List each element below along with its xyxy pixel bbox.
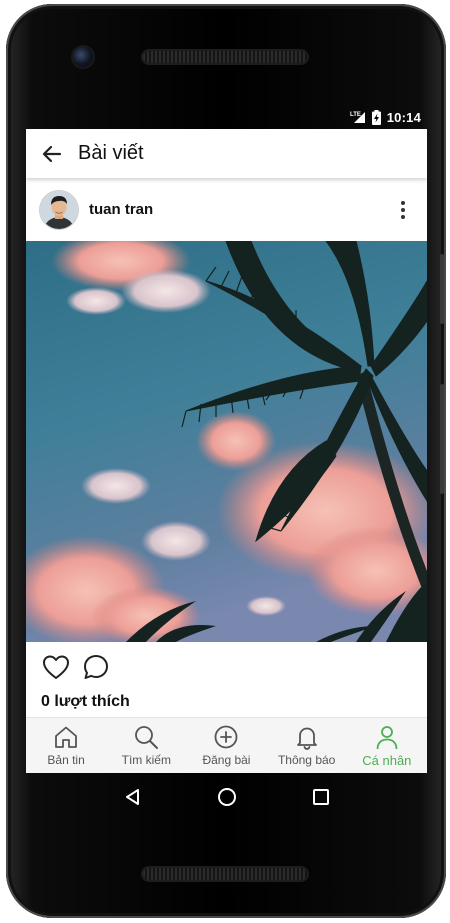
post-actions	[26, 642, 427, 691]
svg-text:LTE: LTE	[350, 112, 361, 118]
bottom-navigation: Bản tin Tìm kiếm Đăng bài Thông báo Cá n…	[26, 717, 427, 773]
likes-count[interactable]: 0 lượt thích	[26, 693, 427, 711]
person-icon	[376, 726, 398, 750]
front-camera	[73, 47, 93, 67]
bell-icon	[296, 727, 317, 750]
volume-button	[440, 254, 444, 324]
home-icon	[55, 726, 77, 748]
post-photo	[26, 241, 427, 642]
search-icon	[135, 726, 159, 749]
post-header: tuan tran	[26, 178, 427, 241]
nav-item-feed[interactable]: Bản tin	[26, 724, 106, 767]
recents-square-icon[interactable]	[311, 787, 331, 807]
battery-charging-icon	[371, 109, 381, 125]
page-title: Bài viết	[78, 142, 144, 164]
post-author-name[interactable]: tuan tran	[89, 201, 153, 218]
nav-label: Thông báo	[277, 753, 336, 767]
nav-item-profile[interactable]: Cá nhân	[347, 724, 427, 768]
nav-label: Bản tin	[47, 753, 85, 767]
back-arrow-icon[interactable]	[40, 142, 64, 166]
avatar[interactable]	[40, 190, 78, 229]
system-navigation	[26, 773, 427, 821]
home-circle-icon[interactable]	[216, 786, 238, 808]
app-bar: Bài viết	[26, 129, 427, 178]
nav-label: Tìm kiếm	[121, 753, 171, 767]
app-screen: Bài viết tuan tran 0 lượt thích Bản tin …	[26, 129, 427, 773]
comment-bubble-icon[interactable]	[82, 653, 110, 681]
status-bar: LTE 10:14	[26, 105, 427, 129]
nav-item-post[interactable]: Đăng bài	[186, 724, 266, 767]
back-triangle-icon[interactable]	[123, 787, 143, 807]
top-speaker	[143, 51, 307, 63]
add-circle-icon	[215, 725, 238, 749]
nav-item-search[interactable]: Tìm kiếm	[106, 724, 186, 767]
status-time: 10:14	[386, 109, 421, 125]
bottom-speaker	[143, 868, 307, 880]
heart-outline-icon[interactable]	[42, 654, 70, 680]
nav-item-notifications[interactable]: Thông báo	[267, 724, 347, 767]
lte-signal-icon: LTE	[350, 110, 366, 124]
more-vertical-icon[interactable]	[393, 200, 413, 219]
power-button	[440, 384, 444, 494]
nav-label: Đăng bài	[202, 753, 251, 767]
nav-label: Cá nhân	[362, 753, 412, 768]
